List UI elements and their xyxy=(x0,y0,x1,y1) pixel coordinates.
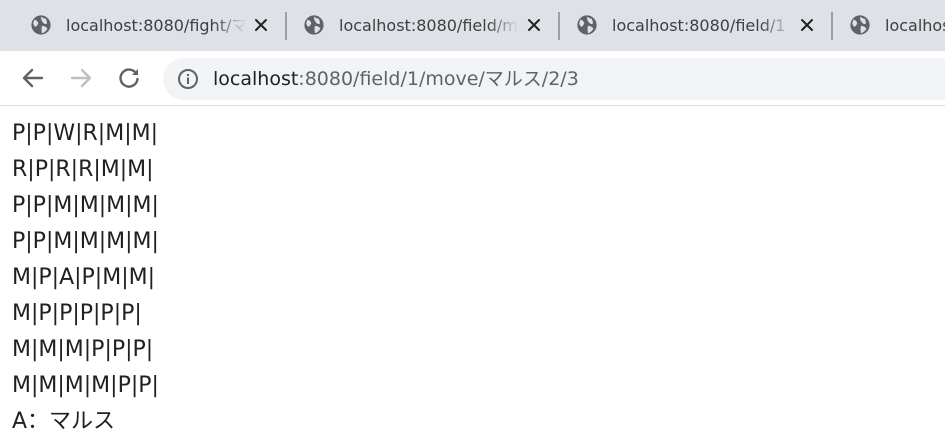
tab-field-move[interactable]: localhost:8080/field/move xyxy=(273,0,546,51)
page-content: P|P|W|R|M|M| R|P|R|R|M|M| P|P|M|M|M|M| P… xyxy=(12,116,932,440)
close-icon[interactable] xyxy=(526,17,542,33)
reload-icon[interactable] xyxy=(116,65,142,91)
address-bar[interactable]: localhost:8080/field/1/move/マルス/2/3 xyxy=(163,58,945,100)
back-arrow-icon[interactable] xyxy=(20,65,46,91)
tab-field-1[interactable]: localhost:8080/field/1 xyxy=(546,0,819,51)
grid-row: M|M|M|M|P|P| xyxy=(12,373,159,398)
tab-field[interactable]: localhost:8080/field xyxy=(819,0,945,51)
close-icon[interactable] xyxy=(799,17,815,33)
grid-row: M|P|A|P|M|M| xyxy=(12,265,155,290)
grid-row: M|M|M|P|P|P| xyxy=(12,337,154,362)
tab-title: localhost:8080/field/1 xyxy=(612,16,786,35)
url-host: localhost xyxy=(213,68,299,90)
tab-title: localhost:8080/field/move xyxy=(339,16,519,35)
close-icon[interactable] xyxy=(253,17,269,33)
tab-strip: localhost:8080/fight/マルス localhost:8080/… xyxy=(0,0,945,51)
browser-window: localhost:8080/fight/マルス localhost:8080/… xyxy=(0,0,945,442)
toolbar: localhost:8080/field/1/move/マルス/2/3 xyxy=(0,51,945,106)
globe-icon xyxy=(304,15,324,35)
globe-icon xyxy=(31,15,51,35)
info-icon[interactable] xyxy=(177,68,199,90)
unit-status-line: A：マルス xyxy=(12,409,116,434)
grid-row: M|P|P|P|P|P| xyxy=(12,301,142,326)
forward-arrow-icon[interactable] xyxy=(68,65,94,91)
tab-title: localhost:8080/field xyxy=(885,16,945,35)
globe-icon xyxy=(577,15,597,35)
url-path: :8080/field/1/move/マルス/2/3 xyxy=(298,68,579,90)
grid-row: P|P|M|M|M|M| xyxy=(12,229,159,254)
grid-row: R|P|R|R|M|M| xyxy=(12,157,154,182)
url-text[interactable]: localhost:8080/field/1/move/マルス/2/3 xyxy=(213,67,579,91)
globe-icon xyxy=(850,15,870,35)
tab-title: localhost:8080/fight/マルス xyxy=(66,16,246,35)
grid-row: P|P|M|M|M|M| xyxy=(12,193,159,218)
grid-row: P|P|W|R|M|M| xyxy=(12,121,159,146)
tab-fight[interactable]: localhost:8080/fight/マルス xyxy=(0,0,273,51)
